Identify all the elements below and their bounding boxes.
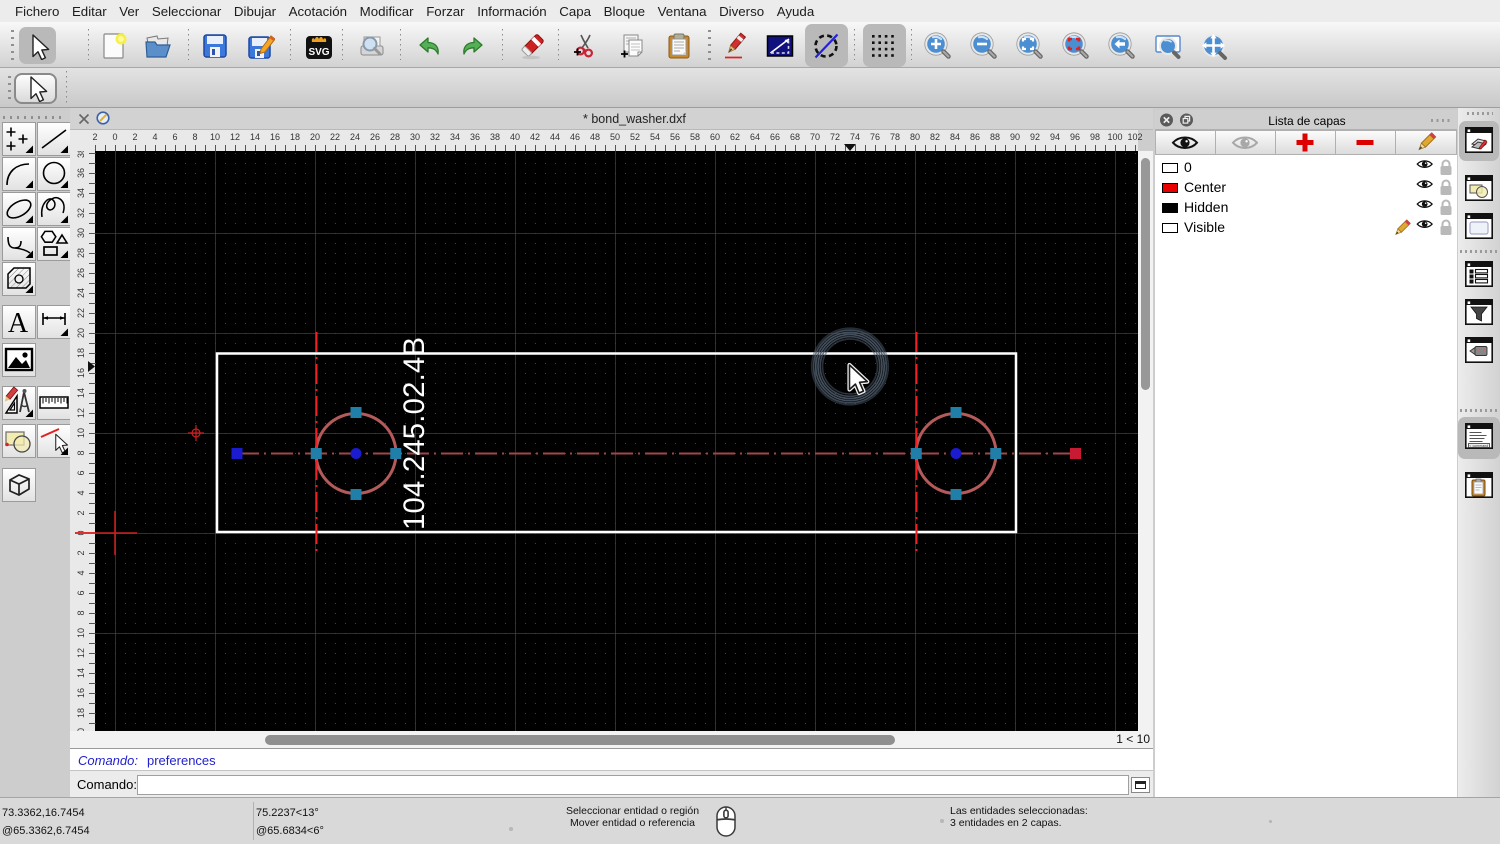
svg-text:SVG: SVG <box>308 47 329 58</box>
svg-text:A: A <box>8 308 29 339</box>
svg-text:< command: < command <box>1469 444 1488 448</box>
